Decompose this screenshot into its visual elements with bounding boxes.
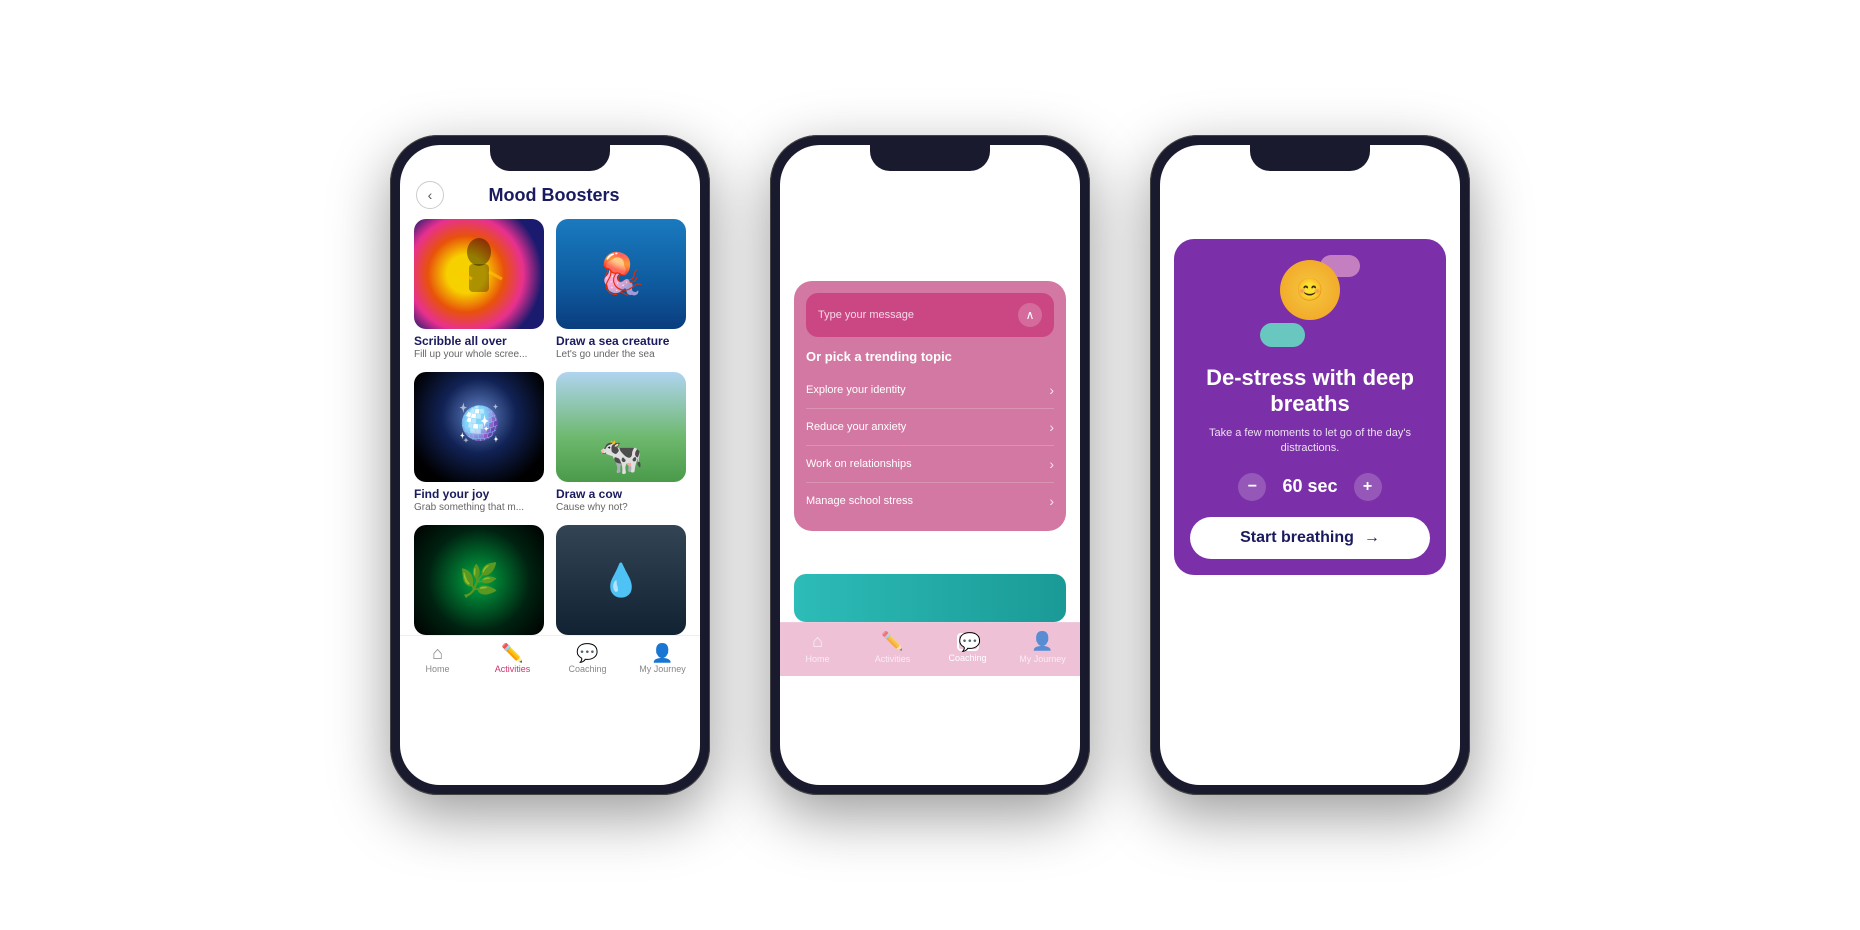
breathing-description: Take a few moments to let go of the day'… [1190,426,1430,457]
activity-card-cow[interactable]: Draw a cow Cause why not? [556,372,686,513]
nav-journey[interactable]: 👤 My Journey [638,644,688,674]
topic-label-identity: Explore your identity [806,384,906,396]
notch-2 [870,145,990,171]
support-title: Need more support? [794,545,1066,566]
coaching-subtitle: Connect with a BeMe coach [800,181,1060,193]
topic-label-relationships: Work on relationships [806,458,912,470]
topic-row-anxiety[interactable]: Reduce your anxiety › [806,409,1054,446]
nav-activities[interactable]: ✏️ Activities [488,644,538,674]
mascot-sun: 😊 [1280,260,1340,320]
activity-title-scribble: Scribble all over [414,334,544,348]
activity-card-disco[interactable]: Find your joy Grab something that m... [414,372,544,513]
phone-2: Connect with a BeMe coach What skills do… [770,135,1090,795]
coaching-coaching-icon: 💬 [957,633,979,651]
coaching-nav-home[interactable]: ⌂ Home [793,631,843,664]
topic-row-identity[interactable]: Explore your identity › [806,372,1054,409]
activity-image-disco [414,372,544,482]
close-button[interactable]: ✕ [1176,175,1204,203]
nav-coaching-label: Coaching [568,664,606,674]
topic-chevron-relationships: › [1049,456,1054,472]
activity-card-leaves[interactable]: 🌿 [414,525,544,635]
message-input-placeholder: Type your message [818,309,914,321]
notch-1 [490,145,610,171]
phone-1: ‹ Mood Boosters [390,135,710,795]
coaching-icon: 💬 [576,644,598,662]
bottom-navigation-2: ⌂ Home ✏️ Activities 💬 Coaching 👤 My Jou… [780,622,1080,676]
page-title: Mood Boosters [452,185,656,206]
activities-icon: ✏️ [501,644,523,662]
coaching-nav-journey[interactable]: 👤 My Journey [1018,631,1068,664]
timer-decrement-button[interactable]: − [1238,473,1266,501]
nav-coaching[interactable]: 💬 Coaching [563,644,613,674]
heart-logo [1160,181,1460,225]
activity-title-jellyfish: Draw a sea creature [556,334,686,348]
activity-image-jellyfish [556,219,686,329]
coaching-nav-journey-label: My Journey [1019,654,1066,664]
phone-3: ✕ 😊 De-stress with deep breaths Take a [1150,135,1470,795]
coaching-nav-activities-label: Activities [875,654,911,664]
topic-label-anxiety: Reduce your anxiety [806,421,906,433]
coaching-topics-card: Type your message ∧ Or pick a trending t… [794,281,1066,531]
activity-subtitle-disco: Grab something that m... [414,502,544,513]
activity-card-water[interactable]: 💧 [556,525,686,635]
nav-journey-label: My Journey [639,664,686,674]
bottom-navigation-1: ⌂ Home ✏️ Activities 💬 Coaching 👤 My Jou… [400,635,700,686]
topic-label-stress: Manage school stress [806,495,913,507]
start-breathing-arrow-icon: → [1364,529,1380,547]
activity-title-disco: Find your joy [414,487,544,501]
activity-image-scribble [414,219,544,329]
support-section: Need more support? [780,531,1080,622]
activity-subtitle-jellyfish: Let's go under the sea [556,349,686,360]
support-preview-image [794,574,1066,622]
timer-increment-button[interactable]: + [1354,473,1382,501]
home-icon: ⌂ [432,644,443,662]
start-breathing-button[interactable]: Start breathing → [1190,517,1430,559]
breathing-title: De-stress with deep breaths [1190,365,1430,418]
activity-subtitle-scribble: Fill up your whole scree... [414,349,544,360]
timer-row: − 60 sec + [1238,473,1381,501]
nav-home-label: Home [425,664,449,674]
activities-grid: Scribble all over Fill up your whole scr… [400,219,700,635]
dismiss-button[interactable]: Dismiss [1160,591,1460,605]
topic-row-stress[interactable]: Manage school stress › [806,483,1054,519]
coaching-home-icon: ⌂ [812,631,823,652]
mascot-cloud-2 [1260,323,1305,347]
activity-image-leaves: 🌿 [414,525,544,635]
breathing-mascot: 😊 [1260,255,1360,355]
coaching-journey-icon: 👤 [1031,631,1053,652]
coaching-nav-coaching-label: Coaching [948,653,986,663]
activity-title-cow: Draw a cow [556,487,686,501]
activity-card-jellyfish[interactable]: Draw a sea creature Let's go under the s… [556,219,686,360]
coaching-nav-home-label: Home [805,654,829,664]
activity-subtitle-cow: Cause why not? [556,502,686,513]
back-button[interactable]: ‹ [416,181,444,209]
chevron-up-icon[interactable]: ∧ [1018,303,1042,327]
breathing-card: 😊 De-stress with deep breaths Take a few… [1174,239,1446,575]
notch-3 [1250,145,1370,171]
message-input-row[interactable]: Type your message ∧ [806,293,1054,337]
nav-activities-label: Activities [495,664,531,674]
start-breathing-label: Start breathing [1240,529,1354,547]
topic-chevron-stress: › [1049,493,1054,509]
coaching-nav-coaching[interactable]: 💬 Coaching [943,633,993,663]
journey-icon: 👤 [651,644,673,662]
coaching-main-title: What skills do you want to learn? [800,203,1060,265]
coaching-activities-icon: ✏️ [881,631,903,652]
activity-image-cow [556,372,686,482]
topic-row-relationships[interactable]: Work on relationships › [806,446,1054,483]
activity-card-scribble[interactable]: Scribble all over Fill up your whole scr… [414,219,544,360]
coaching-nav-activities[interactable]: ✏️ Activities [868,631,918,664]
timer-value: 60 sec [1282,476,1337,497]
nav-home[interactable]: ⌂ Home [413,644,463,674]
topic-chevron-anxiety: › [1049,419,1054,435]
topic-chevron-identity: › [1049,382,1054,398]
trending-label: Or pick a trending topic [806,349,1054,364]
activity-image-water: 💧 [556,525,686,635]
